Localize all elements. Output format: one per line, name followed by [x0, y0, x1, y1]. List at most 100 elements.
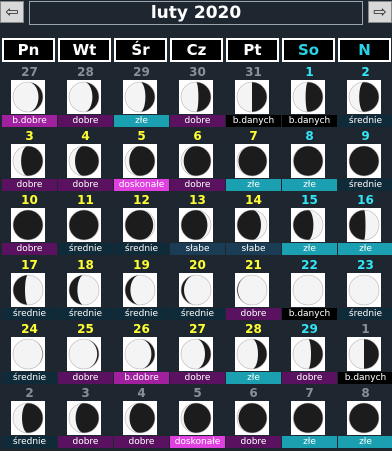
day-rating-label: złe: [226, 179, 281, 191]
day-cell[interactable]: 8 złe: [282, 128, 337, 191]
day-cell[interactable]: 1 b.danych: [338, 321, 392, 384]
day-number: 24: [21, 322, 38, 336]
day-rating-label: złe: [226, 372, 281, 384]
day-number: 16: [357, 193, 374, 207]
day-cell[interactable]: 3 dobre: [2, 128, 57, 191]
day-cell[interactable]: 6 dobre: [226, 385, 281, 448]
moon-phase-icon: [179, 80, 213, 114]
day-number: 29: [133, 65, 150, 79]
day-rating-label: średnie: [338, 179, 392, 191]
moon-phase-icon: [67, 337, 101, 371]
day-rating-label: złe: [114, 115, 169, 127]
day-number: 4: [81, 129, 90, 143]
day-number: 3: [81, 386, 90, 400]
day-cell[interactable]: 30 dobre: [170, 64, 225, 127]
day-rating-label: średnie: [2, 308, 57, 320]
day-rating-label: dobre: [170, 115, 225, 127]
day-cell[interactable]: 5 doskonałe: [114, 128, 169, 191]
day-rating-label: średnie: [2, 372, 57, 384]
day-cell[interactable]: 28 dobre: [58, 64, 113, 127]
day-cell[interactable]: 13 słabe: [170, 192, 225, 255]
day-cell[interactable]: 4 dobre: [58, 128, 113, 191]
day-cell[interactable]: 29 złe: [114, 64, 169, 127]
day-cell[interactable]: 15 złe: [282, 192, 337, 255]
day-cell[interactable]: 6 dobre: [170, 128, 225, 191]
day-cell[interactable]: 9 średnie: [338, 128, 392, 191]
weekday-tuesday: Wt: [58, 38, 111, 62]
day-rating-label: złe: [282, 179, 337, 191]
day-rating-label: złe: [338, 436, 392, 448]
day-number: 23: [357, 258, 374, 272]
moon-phase-icon: [123, 80, 157, 114]
day-number: 14: [245, 193, 262, 207]
day-cell[interactable]: 2 średnie: [2, 385, 57, 448]
day-cell[interactable]: 28 złe: [226, 321, 281, 384]
day-number: 22: [301, 258, 318, 272]
day-rating-label: doskonałe: [114, 179, 169, 191]
day-cell[interactable]: 5 doskonałe: [170, 385, 225, 448]
day-cell[interactable]: 18 średnie: [58, 257, 113, 320]
day-cell[interactable]: 24 średnie: [2, 321, 57, 384]
moon-phase-icon: [347, 208, 381, 242]
day-cell[interactable]: 27 dobre: [170, 321, 225, 384]
day-rating-label: średnie: [170, 308, 225, 320]
day-cell[interactable]: 14 słabe: [226, 192, 281, 255]
day-cell[interactable]: 7 złe: [226, 128, 281, 191]
day-rating-label: dobre: [58, 115, 113, 127]
day-rating-label: b.dobre: [2, 115, 57, 127]
arrow-right-icon[interactable]: ⇨: [368, 1, 392, 23]
day-number: 4: [137, 386, 146, 400]
day-rating-label: b.danych: [282, 115, 337, 127]
day-cell[interactable]: 23 średnie: [338, 257, 392, 320]
day-cell[interactable]: 29 dobre: [282, 321, 337, 384]
day-cell[interactable]: 7 złe: [282, 385, 337, 448]
moon-phase-icon: [11, 337, 45, 371]
moon-phase-icon: [347, 273, 381, 307]
day-rating-label: dobre: [226, 308, 281, 320]
day-cell[interactable]: 21 dobre: [226, 257, 281, 320]
day-cell[interactable]: 10 dobre: [2, 192, 57, 255]
day-cell[interactable]: 4 dobre: [114, 385, 169, 448]
moon-phase-icon: [291, 401, 325, 435]
day-cell[interactable]: 26 b.dobre: [114, 321, 169, 384]
day-number: 28: [245, 322, 262, 336]
day-number: 27: [189, 322, 206, 336]
weekday-monday: Pn: [2, 38, 55, 62]
day-cell[interactable]: 31 b.danych: [226, 64, 281, 127]
day-rating-label: słabe: [226, 243, 281, 255]
moon-phase-icon: [179, 401, 213, 435]
day-rating-label: b.danych: [226, 115, 281, 127]
day-cell[interactable]: 22 b.danych: [282, 257, 337, 320]
moon-phase-icon: [235, 273, 269, 307]
day-rating-label: średnie: [338, 308, 392, 320]
day-number: 2: [361, 65, 370, 79]
moon-phase-icon: [67, 144, 101, 178]
day-cell[interactable]: 25 dobre: [58, 321, 113, 384]
moon-phase-icon: [235, 208, 269, 242]
weekday-thursday: Cz: [170, 38, 223, 62]
day-cell[interactable]: 19 średnie: [114, 257, 169, 320]
day-cell[interactable]: 20 średnie: [170, 257, 225, 320]
day-cell[interactable]: 17 średnie: [2, 257, 57, 320]
day-cell[interactable]: 16 złe: [338, 192, 392, 255]
day-cell[interactable]: 3 dobre: [58, 385, 113, 448]
moon-phase-icon: [11, 273, 45, 307]
moon-phase-icon: [291, 208, 325, 242]
day-cell[interactable]: 2 średnie: [338, 64, 392, 127]
moon-phase-icon: [123, 401, 157, 435]
day-cell[interactable]: 12 średnie: [114, 192, 169, 255]
moon-phase-icon: [11, 144, 45, 178]
day-cell[interactable]: 11 średnie: [58, 192, 113, 255]
day-cell[interactable]: 27 b.dobre: [2, 64, 57, 127]
day-number: 2: [25, 386, 34, 400]
day-rating-label: średnie: [338, 115, 392, 127]
weekday-sunday: N: [338, 38, 391, 62]
day-rating-label: złe: [282, 436, 337, 448]
day-number: 15: [301, 193, 318, 207]
day-number: 6: [193, 129, 202, 143]
day-cell[interactable]: 1 b.danych: [282, 64, 337, 127]
day-cell[interactable]: 8 złe: [338, 385, 392, 448]
arrow-left-icon[interactable]: ⇦: [0, 1, 24, 23]
day-rating-label: dobre: [58, 372, 113, 384]
day-rating-label: dobre: [226, 436, 281, 448]
